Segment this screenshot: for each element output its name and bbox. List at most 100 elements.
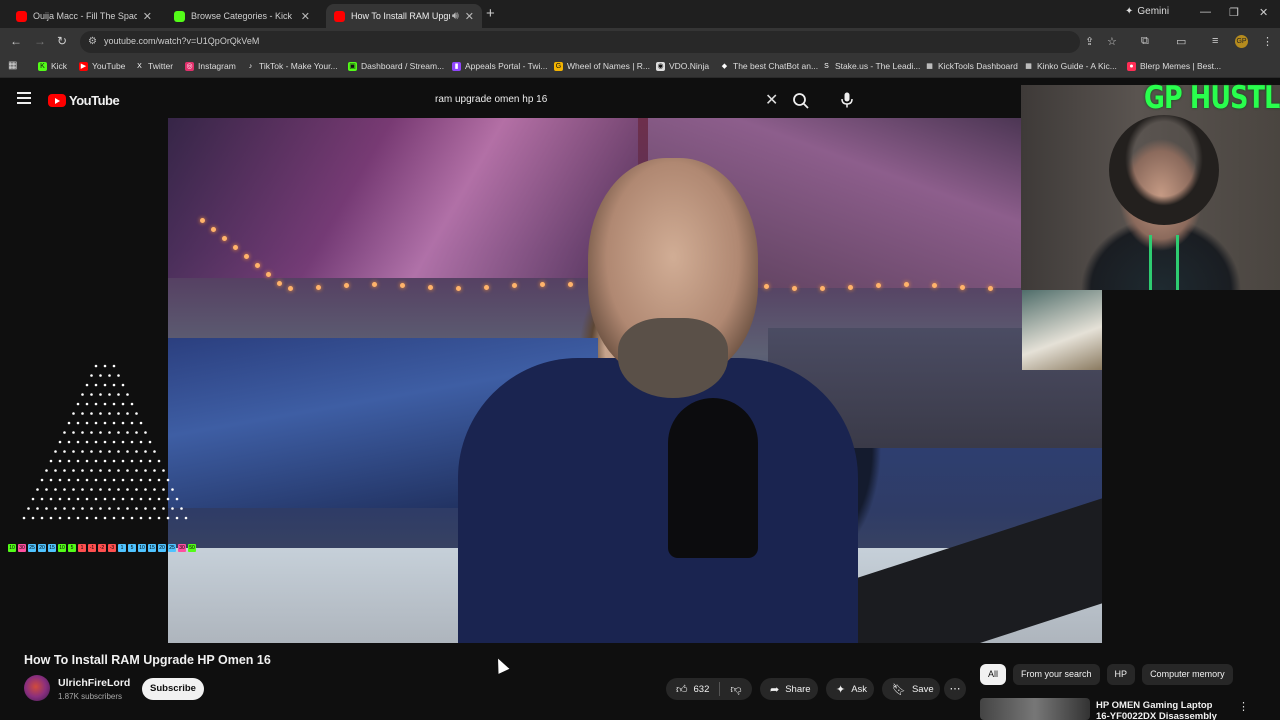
apps-grid-icon[interactable]: ▦ [8,61,21,71]
kinko-icon: ▦ [1025,62,1032,70]
chip-computer-memory[interactable]: Computer memory [1142,664,1233,685]
microphone-icon[interactable] [838,91,856,109]
channel-avatar[interactable] [24,675,50,701]
peg-dot [94,440,98,444]
site-info-icon[interactable]: ⚙ [88,36,97,47]
share-button[interactable]: ➦ Share [760,678,818,700]
gemini-button[interactable]: ✦ Gemini [1125,6,1169,17]
bookmark-twitter[interactable]: X Twitter [135,61,173,71]
peg-dot [63,450,66,453]
more-actions-icon[interactable]: ⋯ [944,678,966,700]
string-light [904,282,909,288]
peg-dot [148,440,152,444]
peg-dot [108,488,111,491]
bookmark-tiktok[interactable]: ♪ TikTok - Make Your... [246,61,338,71]
bookmark-blerp[interactable]: ● Blerp Memes | Best... [1127,61,1221,71]
string-light [400,282,405,288]
youtube-play-icon [48,94,66,107]
like-icon[interactable]: 👍︎ [676,683,688,696]
peg-dot [117,488,120,491]
browser-tab[interactable]: Browse Categories - Kick Stream ✕ [166,4,318,28]
close-tab-icon[interactable]: ✕ [301,10,310,23]
bookmark-vdo-ninja[interactable]: ◉ VDO.Ninja [656,61,709,71]
restore-icon[interactable]: ❐ [1229,6,1239,19]
search-icon[interactable] [792,92,810,110]
recommended-video-thumbnail[interactable] [980,698,1090,720]
bookmark-youtube[interactable]: ▶ YouTube [79,61,125,71]
browser-tab-strip: Ouija Macc - Fill The Space (Offi ✕ Brow… [0,0,1280,28]
bookmark-kicktools[interactable]: ▦ KickTools Dashboard [925,61,1018,71]
vdo-ninja-icon: ◉ [656,61,665,71]
ask-button[interactable]: ✦ Ask [826,678,874,700]
peg-dot [63,488,66,491]
dashboard-icon: ▣ [348,61,357,71]
bookmark-star-icon[interactable]: ☆ [1107,35,1117,48]
media-control-icon[interactable]: ≡ [1212,35,1218,47]
back-icon[interactable]: ← [10,34,22,48]
search-input[interactable]: ram upgrade omen hp 16 ✕ [422,86,790,112]
clear-search-icon[interactable]: ✕ [765,90,778,110]
peg-dot [121,383,125,387]
speaker-icon[interactable]: 🔊︎ [452,10,459,23]
peg-dot [94,364,98,368]
save-button[interactable]: 🔖︎ Save [882,678,940,700]
minimize-icon[interactable]: — [1200,6,1211,18]
reload-icon[interactable]: ↻ [57,34,67,48]
string-light [512,283,517,289]
cast-icon[interactable]: ▭ [1176,35,1186,48]
channel-name[interactable]: UlrichFireLord [58,677,130,689]
chip-from-your-search[interactable]: From your search [1013,664,1100,685]
install-app-icon[interactable]: ⇪ [1085,35,1094,48]
youtube-icon: ▶ [79,61,88,71]
tab-title: Browse Categories - Kick Stream [191,11,295,21]
peg-dot [148,478,152,482]
recommended-video-menu-icon[interactable]: ⋮ [1238,700,1249,713]
recommended-video-title[interactable]: HP OMEN Gaming Laptop 16-YF0022DX Disass… [1096,700,1226,720]
bookmark-dashboard[interactable]: ▣ Dashboard / Stream... [348,61,444,71]
window-close-icon[interactable]: ✕ [1259,6,1268,19]
bookmark-instagram[interactable]: ◎ Instagram [185,61,236,71]
youtube-logo[interactable]: YouTube [48,93,120,108]
google-icon: G [554,61,563,71]
close-tab-icon[interactable]: ✕ [143,10,152,23]
peg-dot [103,478,107,482]
browser-tab[interactable]: Ouija Macc - Fill The Space (Offi ✕ [8,4,160,28]
menu-icon[interactable] [17,92,31,107]
peg-dot [85,478,89,482]
forward-icon[interactable]: → [34,34,46,48]
profile-avatar[interactable]: GP [1235,35,1248,48]
peg-dot [117,412,120,415]
peg-dot [130,497,134,501]
chip-hp[interactable]: HP [1106,664,1136,685]
string-light [988,285,993,291]
peg-dot [94,421,98,425]
peg-dot [90,450,93,453]
chip-all[interactable]: All [980,664,1007,685]
peg-dot [81,450,84,453]
browser-menu-icon[interactable]: ⋮ [1262,35,1273,48]
peg-dot [121,516,125,520]
like-count[interactable]: 632 [694,684,710,695]
browser-tab-active[interactable]: How To Install RAM Upgrad 🔊︎ ✕ [326,4,482,28]
peg-dot [81,488,84,491]
extensions-icon[interactable]: ⧉ [1141,35,1149,48]
video-title: How To Install RAM Upgrade HP Omen 16 [24,653,271,667]
bookmark-chatbot[interactable]: ◆ The best ChatBot an... [720,61,818,71]
bookmark-appeals-portal[interactable]: ▮ Appeals Portal - Twi... [452,61,548,71]
string-light [244,254,249,259]
peg-dot [76,497,80,501]
bookmark-kinko-guide[interactable]: ▦ Kinko Guide - A Kic... [1024,61,1117,71]
address-bar[interactable]: ⚙ youtube.com/watch?v=U1QpOrQkVeM [80,31,1080,53]
bookmark-stake[interactable]: S Stake.us - The Leadi... [822,61,920,71]
peg-dot [81,393,84,396]
new-tab-icon[interactable]: + [486,5,495,22]
close-tab-icon[interactable]: ✕ [465,10,474,23]
bookmark-wheel-of-names[interactable]: G Wheel of Names | R... [554,61,650,71]
peg-dot [139,459,143,463]
peg-dot [117,393,120,396]
dislike-icon[interactable]: 👎︎ [730,683,741,696]
bookmark-kick[interactable]: K Kick [38,61,67,71]
multiplier-slot: -1 [88,544,96,552]
video-player[interactable] [168,118,1102,643]
subscribe-button[interactable]: Subscribe [142,678,204,700]
